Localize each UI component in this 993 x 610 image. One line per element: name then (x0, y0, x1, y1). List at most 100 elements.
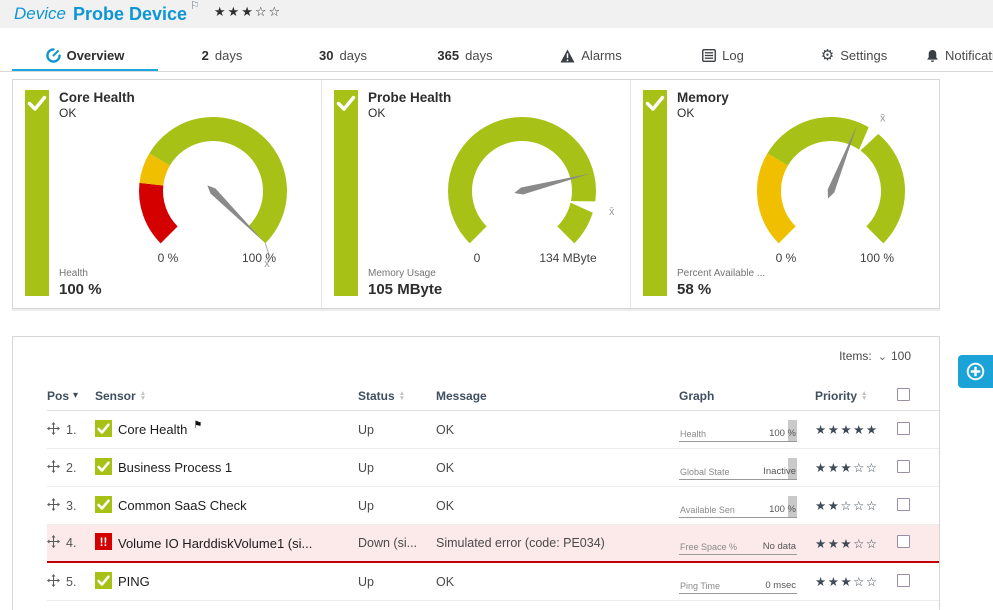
gear-icon: ⚙ (821, 48, 834, 63)
gauge-max-label: 100 % (829, 251, 925, 265)
sensor-name-link[interactable]: Core Health (118, 422, 187, 437)
flag-outline-icon[interactable]: ⚐ (190, 0, 200, 12)
row-checkbox[interactable] (897, 422, 910, 435)
move-handle-icon[interactable] (47, 535, 60, 551)
device-name[interactable]: Probe Device (73, 4, 187, 25)
mini-graph-label: Health (680, 429, 706, 439)
row-checkbox[interactable] (897, 535, 910, 548)
move-handle-icon[interactable] (47, 498, 60, 514)
message-cell: Simulated error (code: PE034) (436, 536, 679, 550)
gauge-card-memory[interactable]: Memory OK x̄ 0 % 100 % Percent Available… (631, 80, 939, 308)
mini-graph[interactable]: Free Space % No data (679, 531, 797, 555)
gauge-min-label: 0 (445, 251, 509, 265)
priority-stars[interactable]: ★★★☆☆ (815, 461, 879, 475)
sensor-table-panel: Items:⌄100 Pos ▾ Sensor ▲▼ Status ▲▼ Mes… (12, 336, 940, 610)
priority-stars[interactable]: ★★★☆☆ (815, 537, 879, 551)
tab-settings[interactable]: ⚙ Settings (817, 48, 891, 72)
gauge-card-probe-health[interactable]: Probe Health OK x̄ 0 134 MByte Memory Us… (322, 80, 631, 308)
check-icon (645, 95, 665, 111)
row-checkbox[interactable] (897, 460, 910, 473)
priority-stars[interactable]: ★★★★★ (815, 423, 879, 437)
gauge-max-label: 100 % (211, 251, 307, 265)
table-header-row: Pos ▾ Sensor ▲▼ Status ▲▼ Message Graph … (47, 381, 939, 411)
sensor-table: Pos ▾ Sensor ▲▼ Status ▲▼ Message Graph … (47, 381, 939, 601)
mini-graph[interactable]: Health 100 % (679, 418, 797, 442)
table-row: 4. !! Volume IO HarddiskVolume1 (si... ⚑… (47, 525, 939, 563)
gauge-chart: x̄ (108, 96, 318, 274)
mini-graph-label: Available Sen (680, 505, 735, 515)
sort-icon: ▲▼ (399, 391, 405, 401)
mini-graph[interactable]: Global State Inactive (679, 456, 797, 480)
priority-stars[interactable]: ★★★☆☆ (815, 575, 879, 589)
gauge-icon (46, 48, 61, 63)
warning-icon (560, 49, 575, 63)
move-handle-icon[interactable] (47, 460, 60, 476)
column-header-message[interactable]: Message (436, 389, 679, 403)
svg-text:x̄: x̄ (609, 206, 615, 218)
gauge-card-core-health[interactable]: Core Health OK x̄ 0 % 100 % Health 100 % (13, 80, 322, 308)
sort-icon: ▲▼ (861, 391, 867, 401)
column-header-sensor[interactable]: Sensor ▲▼ (95, 389, 358, 403)
tab-days[interactable]: 30 days (314, 48, 372, 72)
chevron-down-icon[interactable]: ⌄ (878, 351, 887, 363)
channel-label: Health (59, 268, 102, 279)
channel-value: 58 % (677, 281, 765, 298)
table-row: 3. Common SaaS Check ⚑ Up OK Available S… (47, 487, 939, 525)
gauge-min-label: 0 % (754, 251, 818, 265)
gauge-title: Memory (677, 90, 729, 105)
message-cell: OK (436, 461, 679, 475)
status-ok-bar (25, 90, 49, 296)
sensor-error-icon: !! (95, 533, 112, 550)
sensor-name-link[interactable]: PING (118, 574, 150, 589)
tab-days[interactable]: 2 days (198, 48, 246, 72)
items-count[interactable]: 100 (891, 349, 911, 363)
status-cell: Up (358, 499, 436, 513)
circle-plus-icon (966, 362, 985, 381)
device-type-label: Device (14, 4, 66, 24)
mini-graph[interactable]: Ping Time 0 msec (679, 570, 797, 594)
status-ok-bar (643, 90, 667, 296)
gauges-panel: Core Health OK x̄ 0 % 100 % Health 100 %… (12, 79, 940, 309)
mini-graph-value: 100 % (769, 504, 796, 515)
sensor-name-link[interactable]: Volume IO HarddiskVolume1 (si... (118, 536, 312, 551)
status-cell: Up (358, 575, 436, 589)
message-cell: OK (436, 499, 679, 513)
mini-graph-value: No data (763, 541, 796, 552)
gauge-status: OK (677, 106, 729, 120)
tab-alarms[interactable]: Alarms (555, 48, 627, 72)
sensor-name-link[interactable]: Business Process 1 (118, 460, 232, 475)
move-handle-icon[interactable] (47, 574, 60, 590)
column-header-status[interactable]: Status ▲▼ (358, 389, 436, 403)
sensor-name-link[interactable]: Common SaaS Check (118, 498, 247, 513)
move-icon (47, 498, 60, 511)
tab-notifications[interactable]: Notifications (926, 48, 993, 72)
mini-graph-value: Inactive (763, 466, 796, 477)
svg-text:!!: !! (100, 537, 108, 549)
row-checkbox[interactable] (897, 498, 910, 511)
mini-graph-label: Free Space % (680, 542, 737, 552)
priority-stars[interactable]: ★★☆☆☆ (815, 499, 879, 513)
prtg-device-page: Device Probe Device ⚐ ★★★☆☆ Overview 2 d… (0, 0, 993, 610)
mini-graph[interactable]: Available Sen 100 % (679, 494, 797, 518)
tab-days[interactable]: 365 days (432, 48, 498, 72)
device-priority-rating[interactable]: ★★★☆☆ (214, 4, 282, 20)
channel-value: 100 % (59, 281, 102, 298)
log-icon (702, 49, 716, 62)
add-button[interactable] (958, 355, 993, 388)
column-header-graph[interactable]: Graph (679, 389, 815, 403)
table-body: 1. Core Health ⚑ Up OK Health 100 % ★★★★… (47, 411, 939, 601)
column-header-priority[interactable]: Priority ▲▼ (815, 389, 897, 403)
sort-icon: ▲▼ (140, 391, 146, 401)
select-all-checkbox[interactable] (897, 388, 910, 401)
tab-overview[interactable]: Overview (12, 48, 158, 72)
check-icon (336, 95, 356, 111)
mini-graph-value: 0 msec (765, 580, 796, 591)
move-handle-icon[interactable] (47, 422, 60, 438)
svg-text:x̄: x̄ (880, 112, 886, 124)
tab-log[interactable]: Log (699, 48, 747, 72)
row-checkbox[interactable] (897, 574, 910, 587)
mini-graph-label: Ping Time (680, 581, 720, 591)
mini-graph-value: 100 % (769, 428, 796, 439)
message-cell: OK (436, 423, 679, 437)
column-header-pos[interactable]: Pos ▾ (47, 389, 95, 403)
